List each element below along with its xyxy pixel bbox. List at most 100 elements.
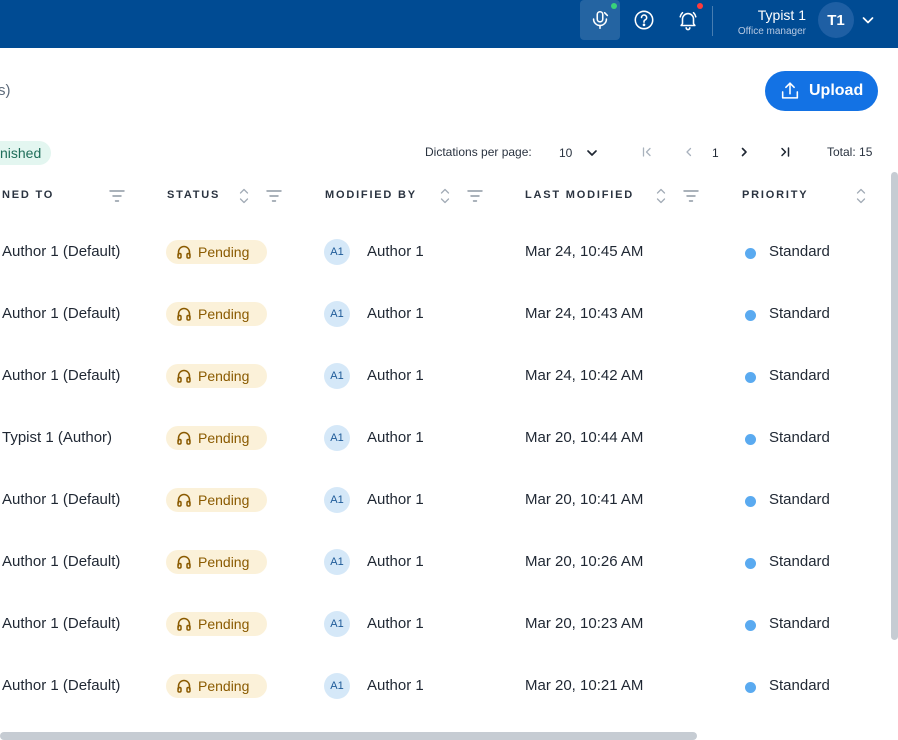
notifications-button[interactable] — [670, 0, 706, 40]
headphones-icon — [177, 679, 191, 693]
table-row[interactable]: Author 1 (Default) Pending A1 Author 1 M… — [0, 592, 890, 654]
bell-icon — [679, 11, 697, 31]
priority-dot — [745, 682, 756, 693]
dictation-count: s) — [0, 82, 11, 99]
current-page: 1 — [712, 146, 719, 160]
next-page-icon[interactable] — [737, 145, 751, 159]
priority-dot — [745, 248, 756, 259]
filter-icon[interactable] — [466, 188, 484, 204]
status-label: Pending — [198, 244, 250, 260]
priority-dot — [745, 496, 756, 507]
priority-cell: Standard — [769, 491, 830, 508]
previous-page-icon[interactable] — [682, 145, 696, 159]
user-role: Office manager — [737, 26, 806, 37]
upload-label: Upload — [809, 82, 864, 99]
modified-by-cell: Author 1 — [367, 491, 424, 508]
last-page-icon[interactable] — [778, 145, 792, 159]
table-row[interactable]: Author 1 (Default) Pending A1 Author 1 M… — [0, 220, 890, 282]
status-filter-chip[interactable]: nished — [0, 141, 52, 165]
filter-icon[interactable] — [682, 188, 700, 204]
priority-cell: Standard — [769, 305, 830, 322]
last-modified-cell: Mar 20, 10:23 AM — [525, 615, 644, 632]
per-page-select[interactable]: 10 — [559, 146, 572, 160]
status-label: Pending — [198, 678, 250, 694]
avatar: A1 — [324, 425, 350, 451]
assigned-to-cell: Typist 1 (Author) — [2, 429, 113, 446]
headphones-icon — [177, 617, 191, 631]
status-badge: Pending — [166, 488, 267, 512]
total-count: Total: 15 — [827, 145, 873, 159]
sort-icon[interactable] — [855, 187, 867, 205]
help-button[interactable] — [626, 0, 662, 40]
priority-cell: Standard — [769, 429, 830, 446]
status-badge: Pending — [166, 302, 267, 326]
column-header-last-modified[interactable]: LAST MODIFIED — [525, 189, 634, 201]
priority-cell: Standard — [769, 243, 830, 260]
status-badge: Pending — [166, 240, 267, 264]
headphones-icon — [177, 245, 191, 259]
table-row[interactable]: Author 1 (Default) Pending A1 Author 1 M… — [0, 530, 890, 592]
filter-icon[interactable] — [265, 188, 283, 204]
column-header-status[interactable]: STATUS — [167, 189, 220, 201]
avatar: A1 — [324, 301, 350, 327]
status-label: Pending — [198, 616, 250, 632]
upload-button[interactable]: Upload — [765, 71, 878, 111]
status-label: Pending — [198, 306, 250, 322]
last-modified-cell: Mar 24, 10:43 AM — [525, 305, 644, 322]
status-label: Pending — [198, 554, 250, 570]
column-header-assigned-to[interactable]: NED TO — [2, 189, 54, 201]
status-badge: Pending — [166, 550, 267, 574]
avatar: A1 — [324, 487, 350, 513]
last-modified-cell: Mar 20, 10:41 AM — [525, 491, 644, 508]
priority-cell: Standard — [769, 677, 830, 694]
assigned-to-cell: Author 1 (Default) — [2, 677, 121, 694]
upload-icon — [781, 82, 799, 99]
sort-icon[interactable] — [439, 187, 451, 205]
modified-by-cell: Author 1 — [367, 305, 424, 322]
assigned-to-cell: Author 1 (Default) — [2, 305, 121, 322]
priority-dot — [745, 434, 756, 445]
last-modified-cell: Mar 20, 10:44 AM — [525, 429, 644, 446]
filter-icon[interactable] — [108, 188, 126, 204]
assigned-to-cell: Author 1 (Default) — [2, 615, 121, 632]
user-name: Typist 1 — [757, 7, 806, 23]
table-row[interactable]: Author 1 (Default) Pending A1 Author 1 M… — [0, 468, 890, 530]
modified-by-cell: Author 1 — [367, 615, 424, 632]
table-row[interactable]: Author 1 (Default) Pending A1 Author 1 M… — [0, 282, 890, 344]
modified-by-cell: Author 1 — [367, 367, 424, 384]
dictation-button[interactable] — [580, 0, 620, 40]
first-page-icon[interactable] — [640, 145, 654, 159]
avatar: A1 — [324, 239, 350, 265]
avatar: A1 — [324, 363, 350, 389]
status-label: Pending — [198, 492, 250, 508]
column-header-priority[interactable]: PRIORITY — [742, 189, 808, 201]
status-badge: Pending — [166, 674, 267, 698]
table-row[interactable]: Typist 1 (Author) Pending A1 Author 1 Ma… — [0, 406, 890, 468]
sort-icon[interactable] — [655, 187, 667, 205]
chevron-down-icon[interactable] — [860, 12, 876, 28]
modified-by-cell: Author 1 — [367, 677, 424, 694]
headphones-icon — [177, 555, 191, 569]
priority-dot — [745, 620, 756, 631]
horizontal-scrollbar[interactable] — [0, 732, 697, 740]
table-row[interactable]: Author 1 (Default) Pending A1 Author 1 M… — [0, 654, 890, 716]
priority-cell: Standard — [769, 553, 830, 570]
status-label: Pending — [198, 430, 250, 446]
last-modified-cell: Mar 24, 10:42 AM — [525, 367, 644, 384]
priority-dot — [745, 558, 756, 569]
sort-icon[interactable] — [238, 187, 250, 205]
microphone-icon — [592, 10, 609, 30]
last-modified-cell: Mar 24, 10:45 AM — [525, 243, 644, 260]
priority-dot — [745, 310, 756, 321]
avatar: A1 — [324, 673, 350, 699]
table-row[interactable]: Author 1 (Default) Pending A1 Author 1 M… — [0, 344, 890, 406]
vertical-scrollbar[interactable] — [891, 172, 898, 640]
chevron-down-icon[interactable] — [585, 146, 599, 160]
status-badge: Pending — [166, 426, 267, 450]
status-badge: Pending — [166, 612, 267, 636]
modified-by-cell: Author 1 — [367, 553, 424, 570]
column-header-modified-by[interactable]: MODIFIED BY — [325, 189, 417, 201]
priority-cell: Standard — [769, 367, 830, 384]
status-label: Pending — [198, 368, 250, 384]
user-avatar[interactable]: T1 — [818, 2, 854, 38]
